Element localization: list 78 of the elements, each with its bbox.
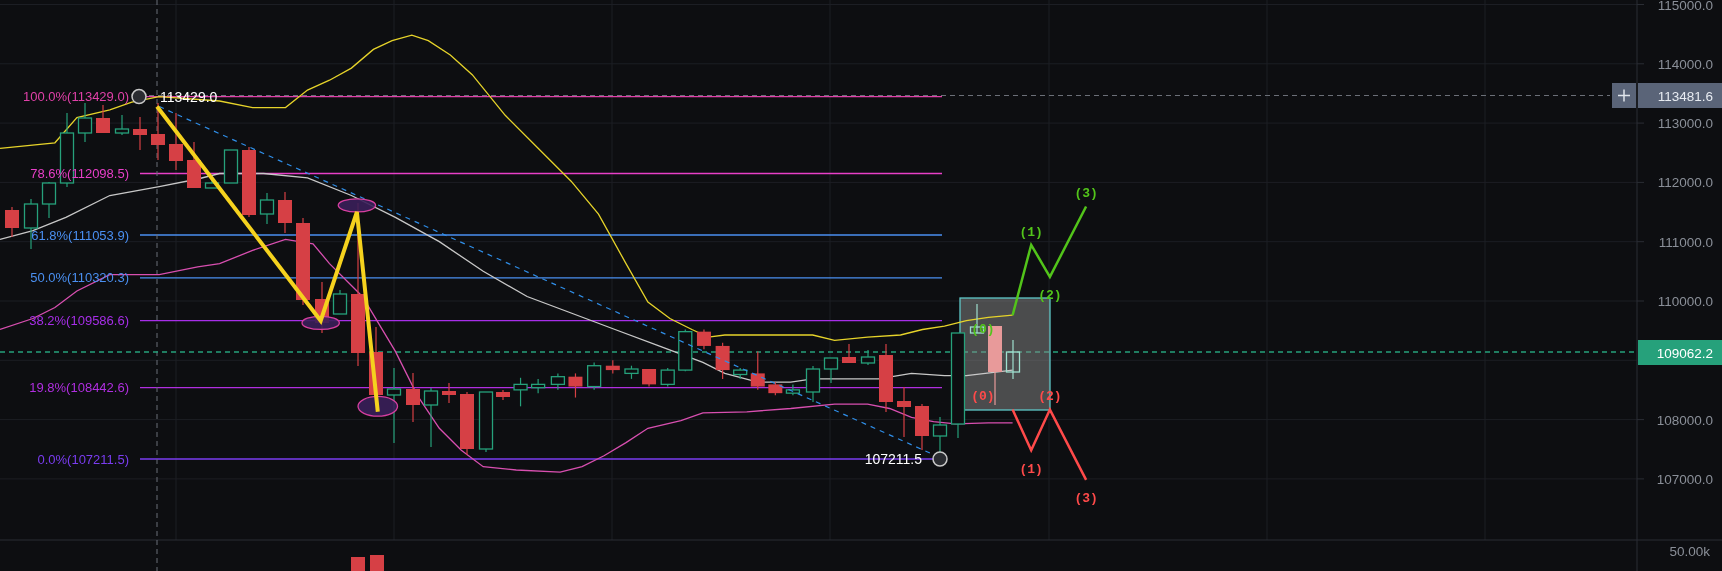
price-marker-circle — [932, 451, 948, 467]
candlestick — [587, 361, 602, 391]
wave-label: (2) — [1038, 287, 1062, 303]
candlestick — [932, 416, 948, 453]
candlestick — [624, 365, 639, 380]
candlestick — [678, 328, 693, 372]
volume-bar — [370, 555, 384, 571]
candlestick — [733, 367, 748, 380]
candlestick — [568, 372, 583, 399]
price-axis-label: 111000.0 — [1658, 234, 1713, 250]
wave-label: (3) — [1074, 490, 1098, 506]
candlestick — [5, 206, 19, 238]
candlestick — [169, 112, 183, 171]
price-axis-label: 108000.0 — [1656, 412, 1713, 428]
fib-level-label: 61.8%(111053.9) — [31, 227, 129, 243]
candlestick — [750, 350, 765, 391]
fib-level-label: 38.2%(109586.6) — [29, 313, 129, 329]
candlestick — [187, 141, 201, 189]
crosshair-price-tag: 113481.6 — [1638, 83, 1722, 108]
candlestick — [805, 365, 821, 403]
candlestick — [259, 192, 275, 225]
candlestick — [715, 342, 730, 380]
candlestick — [496, 389, 510, 401]
price-axis-label: 114000.0 — [1657, 56, 1713, 72]
wave-label: (1) — [1019, 462, 1043, 478]
candlestick — [423, 387, 439, 448]
candlestick — [1005, 339, 1021, 380]
add-button[interactable] — [1612, 83, 1636, 108]
candlestick — [823, 357, 839, 384]
price-axis-label: 113000.0 — [1657, 116, 1713, 132]
pivot-ellipse — [337, 198, 377, 213]
candlestick — [41, 181, 57, 219]
price-axis-label: 110000.0 — [1657, 294, 1713, 309]
candlestick — [879, 343, 893, 413]
wave-label: (0) — [971, 321, 995, 337]
price-axis-label: 115000.0 — [1657, 0, 1713, 13]
price-marker-circle — [131, 88, 147, 105]
candlestick — [531, 378, 546, 394]
volume-bar — [351, 557, 365, 571]
fib-level-label: 19.8%(108442.6) — [29, 380, 129, 396]
candlestick — [642, 368, 657, 388]
wave-label: (2) — [1038, 388, 1062, 404]
candlestick — [278, 191, 292, 234]
last-price-tag: 109062.2 — [1638, 340, 1722, 365]
wave-label: (0) — [971, 388, 995, 404]
candlestick — [605, 359, 620, 374]
candlestick — [513, 377, 528, 407]
candlestick — [242, 146, 256, 218]
candlestick — [785, 383, 801, 396]
candlestick — [460, 391, 474, 456]
wave-label: (3) — [1074, 185, 1098, 201]
candlestick — [915, 403, 929, 451]
candlestick — [223, 149, 239, 184]
fib-level-label: 100.0%(113429.0) — [23, 89, 129, 105]
candlestick — [96, 104, 110, 134]
candlestick — [204, 179, 220, 189]
axis-tick — [1636, 4, 1645, 5]
price-axis-label: 112000.0 — [1657, 175, 1713, 191]
candlestick — [696, 328, 711, 350]
candlestick — [478, 391, 494, 453]
wave-label: (1) — [1019, 225, 1043, 241]
candlestick — [114, 114, 130, 136]
candlestick — [842, 343, 856, 364]
candlestick — [332, 289, 348, 315]
pivot-ellipse — [357, 395, 399, 417]
candlestick — [133, 116, 147, 151]
fib-level-label: 0.0%(107211.5) — [37, 451, 129, 467]
candlestick — [660, 367, 675, 388]
candlestick — [897, 386, 911, 438]
candlestick — [442, 382, 456, 404]
price-axis-label: 107000.0 — [1656, 471, 1713, 487]
candlestick — [550, 372, 566, 391]
candlestick — [151, 102, 165, 161]
candlestick — [406, 372, 420, 423]
candlestick — [77, 102, 93, 143]
volume-axis-label: 50.00k — [1669, 544, 1710, 559]
candlestick — [860, 349, 876, 366]
candlestick — [768, 381, 783, 396]
